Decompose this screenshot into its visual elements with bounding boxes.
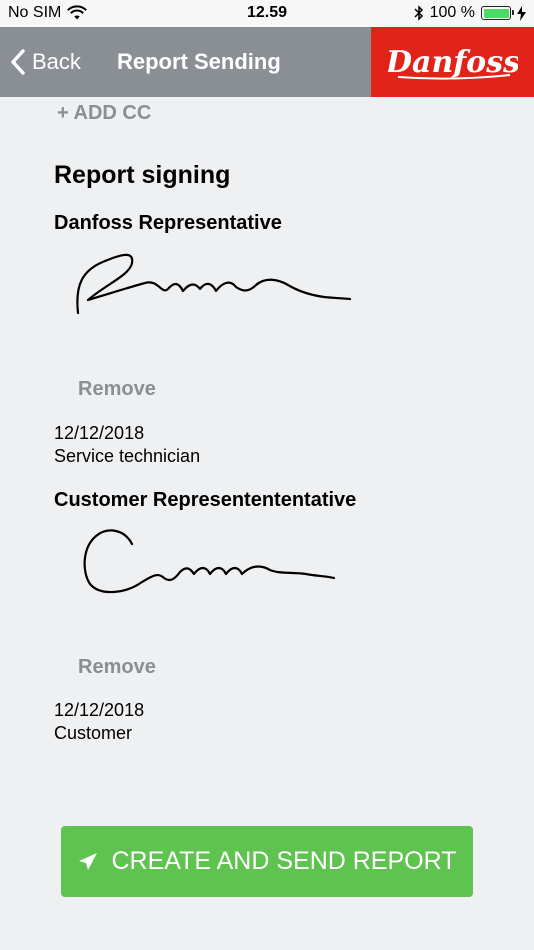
send-icon bbox=[78, 852, 97, 870]
svg-text:Danfoss: Danfoss bbox=[388, 45, 518, 80]
remove-customer-signature-button[interactable]: Remove bbox=[78, 656, 156, 679]
nav-bar: Back Report Sending Danfoss bbox=[0, 27, 534, 97]
status-bar: No SIM 12.59 100 % bbox=[0, 0, 534, 27]
report-signing-title: Report signing bbox=[54, 161, 231, 189]
danfoss-logo: Danfoss bbox=[371, 27, 534, 97]
danfoss-signature-meta: 12/12/2018 Service technician bbox=[54, 422, 200, 468]
add-cc-button[interactable]: + ADD CC bbox=[57, 102, 151, 125]
bluetooth-icon bbox=[414, 5, 423, 21]
charging-bolt-icon bbox=[517, 5, 526, 21]
battery-icon bbox=[481, 6, 514, 20]
customer-signature-meta: 12/12/2018 Customer bbox=[54, 699, 144, 745]
danfoss-sign-date: 12/12/2018 bbox=[54, 423, 145, 443]
battery-fill bbox=[483, 8, 509, 18]
customer-sign-role: Customer bbox=[54, 723, 133, 743]
back-label: Back bbox=[32, 49, 81, 74]
customer-signature[interactable] bbox=[70, 522, 360, 602]
customer-sign-date: 12/12/2018 bbox=[54, 700, 145, 720]
create-and-send-report-button[interactable]: CREATE AND SEND REPORT bbox=[61, 826, 473, 897]
danfoss-representative-heading: Danfoss Representative bbox=[54, 212, 282, 234]
customer-representative-heading: Customer Representententative bbox=[54, 489, 357, 511]
status-right: 100 % bbox=[414, 4, 526, 22]
page-title: Report Sending bbox=[117, 49, 281, 74]
danfoss-sign-role: Service technician bbox=[54, 446, 201, 466]
danfoss-logo-wordmark: Danfoss bbox=[388, 45, 518, 80]
remove-danfoss-signature-button[interactable]: Remove bbox=[78, 378, 156, 401]
create-and-send-report-label: CREATE AND SEND REPORT bbox=[111, 847, 457, 875]
chevron-left-icon bbox=[11, 49, 25, 75]
danfoss-signature[interactable] bbox=[70, 245, 360, 320]
back-button[interactable]: Back bbox=[10, 45, 81, 79]
battery-percent: 100 % bbox=[429, 4, 475, 21]
